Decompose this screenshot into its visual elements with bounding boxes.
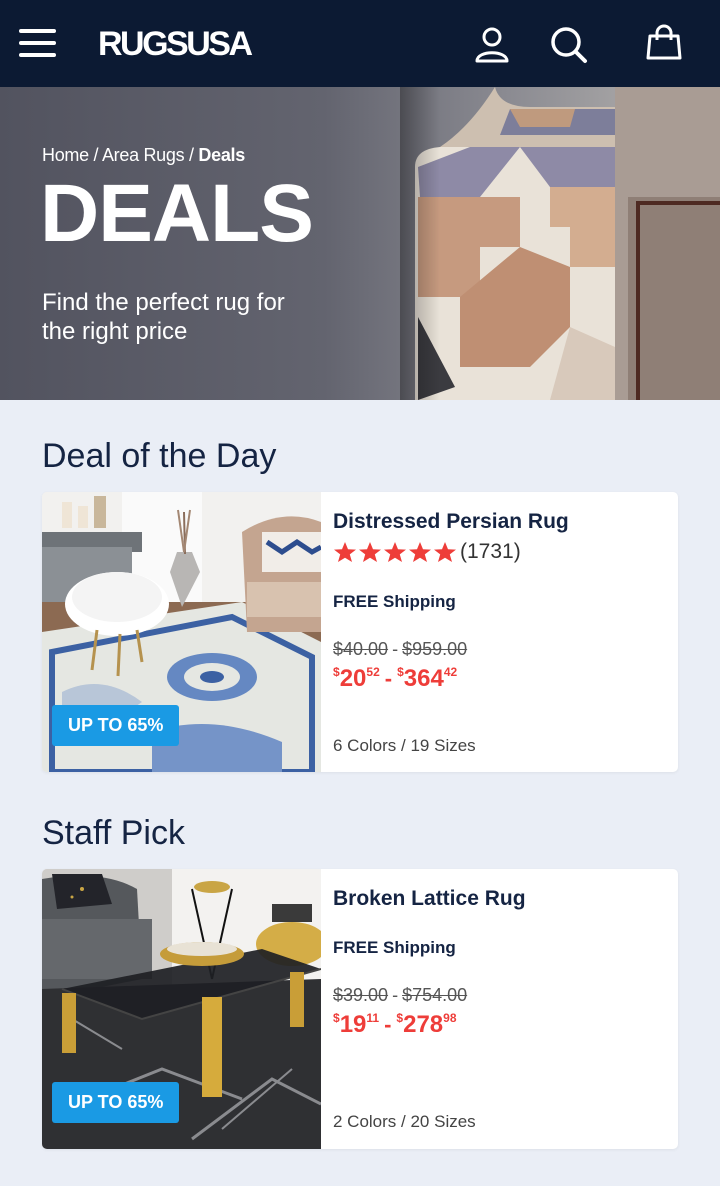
shipping-label: FREE Shipping <box>333 938 456 957</box>
product-info: Distressed Persian Rug (1731) FREE Shipp… <box>333 492 668 772</box>
product-name[interactable]: Broken Lattice Rug <box>333 887 526 911</box>
star-icon <box>409 542 431 562</box>
breadcrumb-home[interactable]: Home <box>42 145 89 165</box>
breadcrumb-current: Deals <box>198 145 245 165</box>
section-title-staff-pick: Staff Pick <box>42 814 185 852</box>
original-price: $40.00- $959.00 <box>333 639 468 659</box>
brand-logo[interactable]: RUGSUSA <box>98 26 253 62</box>
rolled-rugs-image <box>400 87 720 400</box>
hero-subtitle: Find the perfect rug for the right price <box>42 289 285 345</box>
product-image[interactable]: UP TO 65% <box>42 492 321 772</box>
section-title-deal-of-the-day: Deal of the Day <box>42 437 277 475</box>
breadcrumb-separator: / <box>189 145 194 165</box>
page-title: DEALS <box>40 168 314 259</box>
product-variants: 6 Colors / 19 Sizes <box>333 736 476 755</box>
star-icon <box>434 542 456 562</box>
product-image[interactable]: UP TO 65% <box>42 869 321 1149</box>
site-header: RUGSUSA <box>0 0 720 87</box>
sale-price: $1911- $27898 <box>333 1011 457 1038</box>
breadcrumb-separator: / <box>93 145 99 165</box>
rating-count: (1731) <box>460 540 521 563</box>
star-icon <box>334 542 356 562</box>
star-icon <box>359 542 381 562</box>
user-icon[interactable] <box>470 22 514 66</box>
product-info: Broken Lattice Rug FREE Shipping $39.00-… <box>333 869 668 1149</box>
original-price: $39.00- $754.00 <box>333 985 468 1005</box>
product-variants: 2 Colors / 20 Sizes <box>333 1112 476 1131</box>
hero-banner: Home / Area Rugs / Deals DEALS Find the … <box>0 87 720 400</box>
shopping-bag-icon[interactable] <box>642 22 686 66</box>
product-name[interactable]: Distressed Persian Rug <box>333 510 569 534</box>
discount-badge: UP TO 65% <box>52 1082 180 1123</box>
star-icon <box>384 542 406 562</box>
product-card-staff-pick[interactable]: UP TO 65% Broken Lattice Rug FREE Shippi… <box>42 869 678 1149</box>
sale-price: $2052- $36442 <box>333 665 458 692</box>
shipping-label: FREE Shipping <box>333 592 456 611</box>
menu-icon[interactable] <box>19 27 57 61</box>
discount-badge: UP TO 65% <box>52 705 180 746</box>
product-rating[interactable]: (1731) <box>333 540 521 564</box>
breadcrumb: Home / Area Rugs / Deals <box>42 145 245 166</box>
search-icon[interactable] <box>546 22 590 66</box>
product-card-deal-of-the-day[interactable]: UP TO 65% Distressed Persian Rug (1731) … <box>42 492 678 772</box>
breadcrumb-area-rugs[interactable]: Area Rugs <box>102 145 185 165</box>
